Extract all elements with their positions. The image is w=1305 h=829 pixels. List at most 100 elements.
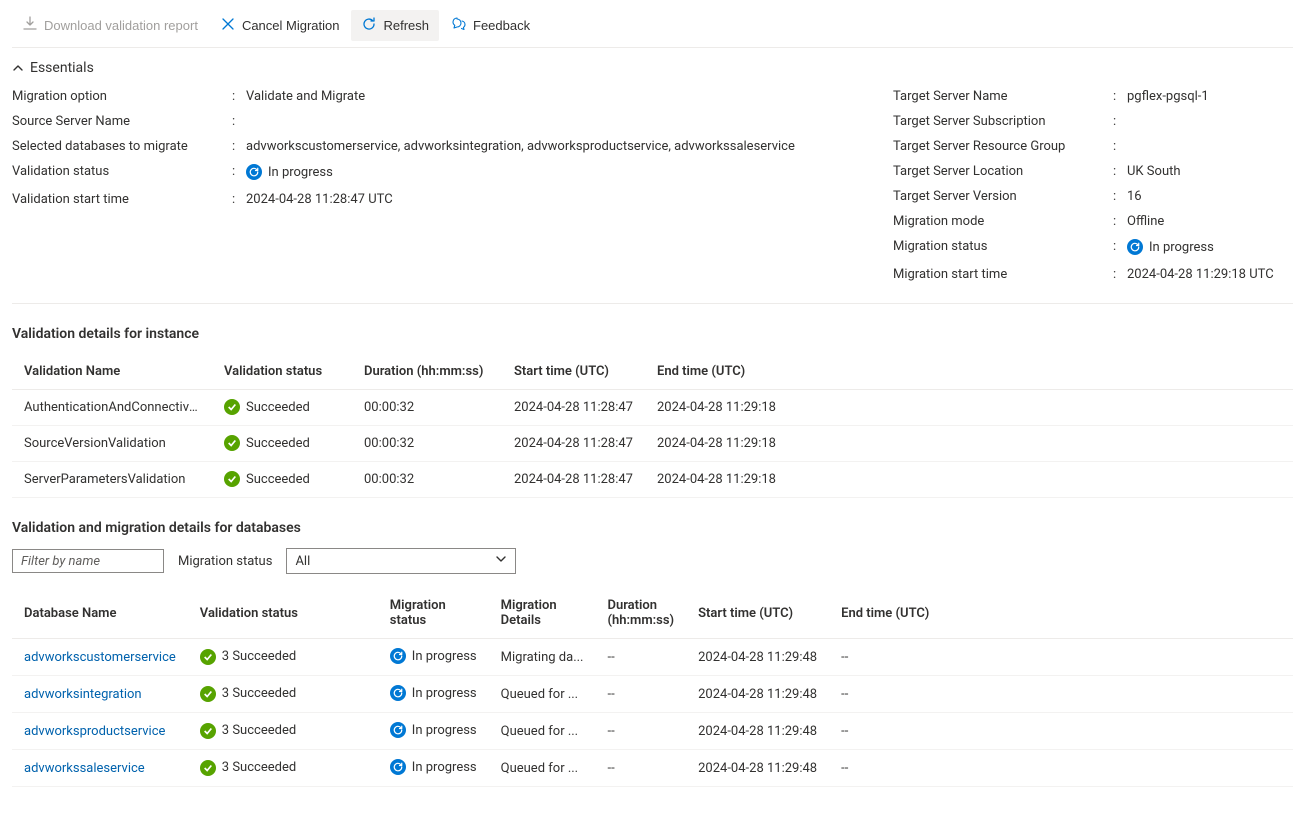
table-row: AuthenticationAndConnectivi... Succeeded 0… [12, 390, 1293, 426]
feedback-button[interactable]: Feedback [441, 10, 540, 41]
duration-cell: -- [595, 750, 686, 787]
cancel-migration-label: Cancel Migration [242, 18, 340, 33]
end-time-cell: -- [829, 676, 1293, 713]
essentials-value: UK South [1127, 164, 1181, 179]
succeeded-icon [200, 760, 216, 776]
essentials-value: 2024-04-28 11:29:18 UTC [1127, 267, 1274, 282]
essentials-label: Target Server Subscription [893, 114, 1113, 129]
column-header[interactable]: Migration Details [489, 588, 596, 639]
feedback-icon [451, 16, 467, 35]
duration-cell: 00:00:32 [352, 390, 502, 426]
database-link[interactable]: advworkscustomerservice [24, 650, 176, 665]
essentials-label: Target Server Version [893, 189, 1113, 204]
database-name-cell[interactable]: advworksintegration [12, 676, 188, 713]
column-header[interactable]: End time (UTC) [829, 588, 1293, 639]
chevron-down-icon [495, 553, 507, 569]
essentials-label: Target Server Resource Group [893, 139, 1113, 154]
column-header[interactable]: Start time (UTC) [686, 588, 829, 639]
migration-status-cell: In progress [378, 676, 489, 713]
download-validation-report-label: Download validation report [44, 18, 198, 33]
migration-details-cell: Queued for ... [489, 676, 596, 713]
migration-status-cell: In progress [378, 750, 489, 787]
end-time-cell: -- [829, 639, 1293, 676]
separator: : [1113, 89, 1127, 104]
essentials-value: 2024-04-28 11:28:47 UTC [246, 192, 393, 207]
column-header[interactable]: Database Name [12, 588, 188, 639]
refresh-button[interactable]: Refresh [351, 10, 439, 41]
cancel-icon [220, 16, 236, 35]
database-name-cell[interactable]: advworksproductservice [12, 713, 188, 750]
migration-status-cell: In progress [378, 639, 489, 676]
essentials-row: Selected databases to migrate:advworkscu… [12, 134, 869, 159]
essentials-row: Target Server Name:pgflex-pgsql-1 [893, 84, 1293, 109]
database-link[interactable]: advworksintegration [24, 687, 142, 702]
filter-by-name-input[interactable] [12, 549, 164, 573]
column-header[interactable]: Migration status [378, 588, 489, 639]
column-header[interactable]: Start time (UTC) [502, 354, 645, 390]
migration-status-dropdown[interactable]: All [286, 548, 516, 574]
database-link[interactable]: advworkssaleservice [24, 761, 145, 776]
succeeded-icon [200, 686, 216, 702]
separator: : [232, 89, 246, 104]
succeeded-icon [224, 399, 240, 415]
download-validation-report-button: Download validation report [12, 10, 208, 41]
status-badge: In progress [246, 164, 333, 180]
column-header[interactable]: Validation Name [12, 354, 212, 390]
column-header[interactable]: Validation status [188, 588, 378, 639]
essentials-toggle[interactable]: Essentials [12, 48, 1293, 84]
start-time-cell: 2024-04-28 11:28:47 [502, 390, 645, 426]
status-text: Succeeded [246, 436, 310, 451]
db-details-table: Database NameValidation statusMigration … [12, 588, 1293, 787]
cancel-migration-button[interactable]: Cancel Migration [210, 10, 350, 41]
database-link[interactable]: advworksproductservice [24, 724, 165, 739]
migration-details-cell: Migrating da... [489, 639, 596, 676]
essentials-label: Migration mode [893, 214, 1113, 229]
essentials-row: Migration status:In progress [893, 234, 1293, 262]
in-progress-icon [1127, 239, 1143, 255]
separator: : [232, 114, 246, 129]
validation-status-cell: Succeeded [212, 390, 352, 426]
table-row: SourceVersionValidationSucceeded00:00:32… [12, 426, 1293, 462]
db-details-title: Validation and migration details for dat… [12, 520, 1293, 536]
migration-details-cell: Queued for ... [489, 713, 596, 750]
separator: : [1113, 267, 1127, 282]
migration-status-cell: In progress [378, 713, 489, 750]
start-time-cell: 2024-04-28 11:29:48 [686, 713, 829, 750]
validation-status-cell: 3 Succeeded [188, 639, 378, 676]
start-time-cell: 2024-04-28 11:29:48 [686, 750, 829, 787]
validation-name: ServerParametersValidation [12, 462, 212, 498]
essentials-value: Validate and Migrate [246, 89, 365, 104]
status-text: In progress [412, 760, 477, 775]
chevron-up-icon [12, 62, 24, 74]
in-progress-icon [390, 722, 406, 738]
status-text: Succeeded [246, 400, 310, 415]
status-text: 3 Succeeded [222, 723, 296, 738]
essentials-value: advworkscustomerservice, advworksintegra… [246, 139, 795, 154]
duration-cell: -- [595, 713, 686, 750]
feedback-label: Feedback [473, 18, 530, 33]
table-row: advworkssaleservice3 SucceededIn progres… [12, 750, 1293, 787]
duration-cell: -- [595, 639, 686, 676]
validation-name: AuthenticationAndConnectivi... [12, 390, 212, 426]
table-row: advworkscustomerservice 3 SucceededIn pro… [12, 639, 1293, 676]
separator: : [1113, 164, 1127, 179]
column-header[interactable]: Duration (hh:mm:ss) [595, 588, 686, 639]
essentials-label: Validation start time [12, 192, 232, 207]
essentials-label: Target Server Name [893, 89, 1113, 104]
in-progress-icon [246, 164, 262, 180]
separator: : [1113, 114, 1127, 129]
column-header[interactable]: Duration (hh:mm:ss) [352, 354, 502, 390]
migration-status-selected: All [295, 554, 310, 569]
separator: : [1113, 239, 1127, 254]
table-row: advworksintegration3 SucceededIn progres… [12, 676, 1293, 713]
succeeded-icon [224, 471, 240, 487]
table-row: advworksproductservice 3 Succeeded In prog… [12, 713, 1293, 750]
separator: : [232, 164, 246, 179]
essentials-label: Essentials [30, 60, 94, 76]
database-name-cell[interactable]: advworkssaleservice [12, 750, 188, 787]
column-header[interactable]: Validation status [212, 354, 352, 390]
column-header[interactable]: End time (UTC) [645, 354, 1293, 390]
in-progress-icon [390, 648, 406, 664]
database-name-cell[interactable]: advworkscustomerservice [12, 639, 188, 676]
end-time-cell: -- [829, 750, 1293, 787]
